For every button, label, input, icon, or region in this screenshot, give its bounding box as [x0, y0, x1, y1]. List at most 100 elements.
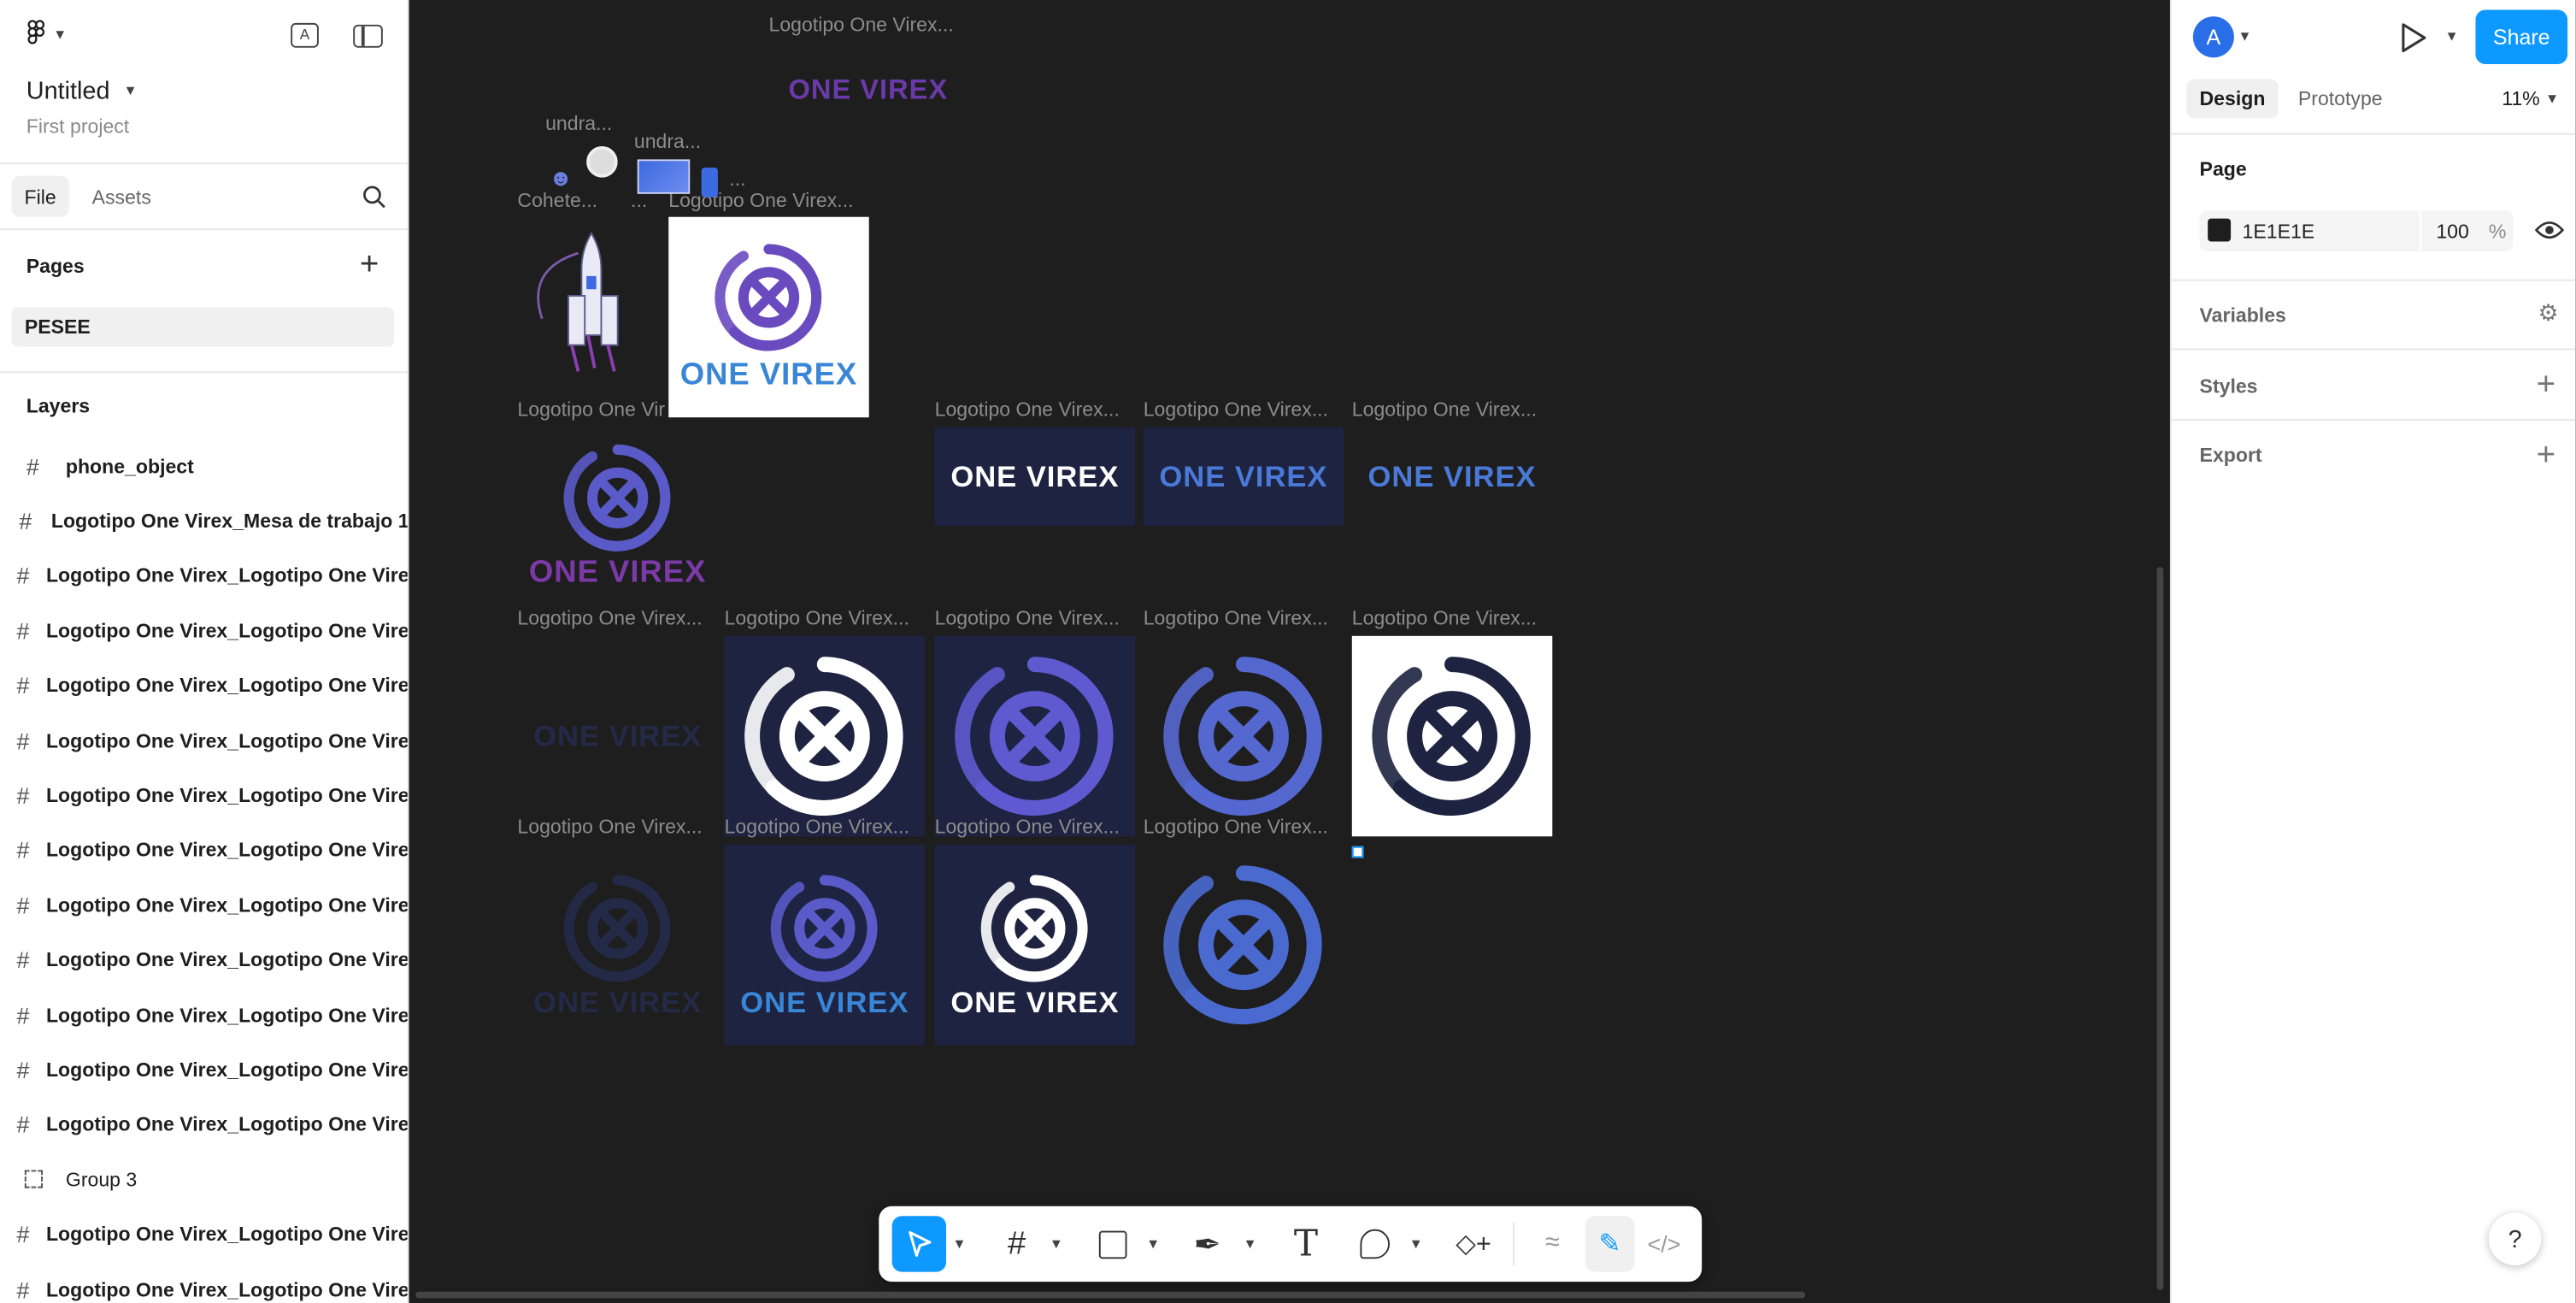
add-export-icon[interactable]: + [2537, 437, 2555, 475]
play-icon[interactable] [2398, 21, 2428, 54]
project-name[interactable]: First project [26, 115, 129, 139]
variables-section[interactable]: Variables [2200, 304, 2286, 327]
frame-label[interactable]: Logotipo One Vir [517, 398, 665, 421]
frame-label[interactable]: Logotipo One Virex... [517, 815, 702, 838]
add-style-icon[interactable]: + [2537, 367, 2555, 404]
moon-illustration[interactable] [586, 146, 618, 178]
add-page-icon[interactable]: + [360, 248, 379, 280]
chevron-down-icon[interactable]: ▾ [1145, 1206, 1162, 1282]
selection-handle[interactable] [1351, 846, 1364, 858]
layer-item[interactable]: # Logotipo One Virex_Logotipo One Vire [0, 988, 407, 1041]
rectangle-tool-icon[interactable] [1089, 1206, 1135, 1282]
layer-item[interactable]: Group 3 [0, 1153, 408, 1206]
layer-item[interactable]: # Logotipo One Virex_Logotipo One Vire [0, 658, 407, 712]
chevron-down-icon[interactable]: ▾ [2241, 28, 2250, 46]
search-icon[interactable] [362, 184, 386, 209]
page-item-pesee[interactable]: PESEE [11, 307, 395, 347]
logo-frame-white-full[interactable]: ONE VIREX [934, 844, 1136, 1046]
share-button[interactable]: Share [2475, 9, 2568, 64]
sidebar-toggle-icon[interactable] [353, 24, 383, 48]
wordmark-purple[interactable]: ONE VIREX [789, 74, 949, 106]
frame-label[interactable]: Logotipo One Virex... [935, 815, 1120, 838]
logo-frame-wordmark-gradient[interactable]: ONE VIREX [1143, 427, 1344, 527]
card-illustration[interactable] [637, 159, 691, 194]
layer-item[interactable]: # Logotipo One Virex_Logotipo One Vire [0, 1262, 407, 1303]
help-button[interactable]: ? [2488, 1212, 2542, 1265]
rocket-illustration[interactable] [529, 221, 624, 375]
layer-item[interactable]: # Logotipo One Virex_Logotipo One Vire [0, 878, 407, 932]
tab-prototype[interactable]: Prototype [2298, 87, 2383, 110]
logo-frame-mark-gradient[interactable] [934, 635, 1136, 837]
chevron-down-icon[interactable]: ▾ [2448, 28, 2456, 46]
comment-tool-icon[interactable] [1352, 1206, 1398, 1282]
dev-mode-icon[interactable]: </> [1641, 1206, 1687, 1282]
logo-frame-dark-wordmark[interactable]: ONE VIREX [517, 636, 717, 836]
frame-label[interactable]: Logotipo One Virex... [1144, 815, 1328, 838]
person-illustration[interactable]: ☻ [549, 164, 573, 191]
frame-label[interactable]: Logotipo One Virex... [668, 189, 853, 212]
eye-icon[interactable] [2534, 219, 2565, 242]
chevron-down-icon[interactable]: ▾ [951, 1206, 967, 1282]
logo-frame-white-wordmark[interactable]: ONE VIREX [668, 216, 869, 418]
chevron-down-icon[interactable]: ▾ [1048, 1206, 1064, 1282]
frame-label[interactable]: Logotipo One Virex... [725, 606, 909, 629]
draw-mode-icon[interactable]: ≈ [1529, 1206, 1575, 1282]
frame-label[interactable]: Logotipo One Virex... [1352, 606, 1537, 629]
design-mode-button[interactable]: ✎ [1585, 1216, 1635, 1272]
color-swatch[interactable] [2208, 218, 2232, 242]
main-menu-button[interactable]: ▾ [23, 20, 64, 50]
undraw-label[interactable]: undra... [545, 112, 612, 135]
frame-tool-icon[interactable]: # [994, 1206, 1040, 1282]
tab-file[interactable]: File [11, 175, 69, 217]
layer-item[interactable]: # Logotipo One Virex_Logotipo One Vire [0, 823, 407, 877]
frame-label[interactable]: Logotipo One Virex... [1144, 606, 1328, 629]
layer-item[interactable]: # Logotipo One Virex_Logotipo One Vire [0, 768, 407, 822]
layer-item[interactable]: # Logotipo One Virex_Logotipo One Vire [0, 1098, 407, 1152]
frame-label[interactable]: Logotipo One Virex... [1352, 398, 1537, 421]
chevron-down-icon[interactable]: ▾ [1408, 1206, 1424, 1282]
page-opacity[interactable]: 100 [2436, 221, 2469, 244]
undraw-label[interactable]: undra... [634, 130, 701, 153]
zoom-control[interactable]: 11% ▾ [2502, 87, 2556, 110]
logo-frame-mark-gradient[interactable] [1144, 636, 1344, 836]
frame-label[interactable]: Logotipo One Virex... [725, 815, 909, 838]
layer-item[interactable]: # Logotipo One Virex_Logotipo One Vire [0, 713, 407, 767]
text-tool-icon[interactable]: T [1283, 1206, 1329, 1282]
layer-item[interactable]: # Logotipo One Virex_Logotipo One Vire [0, 1042, 407, 1096]
logo-frame-mark-white[interactable] [724, 635, 926, 837]
tab-design[interactable]: Design [2186, 79, 2279, 119]
file-title[interactable]: Untitled ▾ [26, 77, 135, 105]
actions-tool-icon[interactable]: ◇+ [1450, 1206, 1497, 1282]
layer-item[interactable]: # phone_object [0, 439, 408, 492]
layer-item[interactable]: # Logotipo One Virex_Logotipo One Vire [0, 604, 407, 657]
page-color-hex[interactable]: 1E1E1E [2243, 221, 2315, 244]
logo-frame-mark-navy[interactable] [1351, 635, 1553, 837]
cohete-label[interactable]: Cohete... [517, 189, 597, 212]
layer-item[interactable]: # Logotipo One Virex_Mesa de trabajo 1 [0, 493, 407, 547]
variables-settings-icon[interactable]: ⚙ [2538, 299, 2558, 327]
ai-tools-icon[interactable]: A [291, 22, 319, 48]
frame-label[interactable]: Logotipo One Virex... [768, 13, 953, 36]
layer-item[interactable]: # Logotipo One Virex_Logotipo One Vire [0, 1207, 407, 1261]
frame-label[interactable]: Logotipo One Virex... [517, 606, 702, 629]
avatar[interactable]: A [2192, 16, 2234, 58]
styles-section[interactable]: Styles [2200, 374, 2258, 398]
tab-assets[interactable]: Assets [92, 186, 151, 209]
export-section[interactable]: Export [2200, 444, 2262, 467]
logo-frame-gradient-full[interactable]: ONE VIREX [724, 844, 926, 1046]
logo-frame-dark-full[interactable]: ONE VIREX [517, 845, 717, 1045]
pen-tool-icon[interactable]: ✒ [1185, 1206, 1231, 1282]
horizontal-scrollbar[interactable] [415, 1291, 1806, 1299]
logo-frame-mark-gradient[interactable] [1144, 845, 1344, 1045]
move-tool-button[interactable] [891, 1216, 947, 1272]
logo-frame-wordmark-gradient[interactable]: ONE VIREX [1352, 427, 1552, 526]
frame-label[interactable]: Logotipo One Virex... [1144, 398, 1328, 421]
layer-item[interactable]: # Logotipo One Virex_Logotipo One Vire [0, 933, 407, 987]
vertical-scrollbar[interactable] [2156, 567, 2164, 1290]
logo-frame-wordmark-white[interactable]: ONE VIREX [934, 427, 1136, 527]
page-color-field[interactable]: 1E1E1E 100 % [2199, 210, 2514, 252]
chevron-down-icon[interactable]: ▾ [1242, 1206, 1258, 1282]
logo-frame-gradient-wordmark[interactable]: ONE VIREX [517, 427, 717, 605]
frame-label[interactable]: Logotipo One Virex... [935, 398, 1120, 421]
layer-item[interactable]: # Logotipo One Virex_Logotipo One Vire [0, 549, 407, 603]
